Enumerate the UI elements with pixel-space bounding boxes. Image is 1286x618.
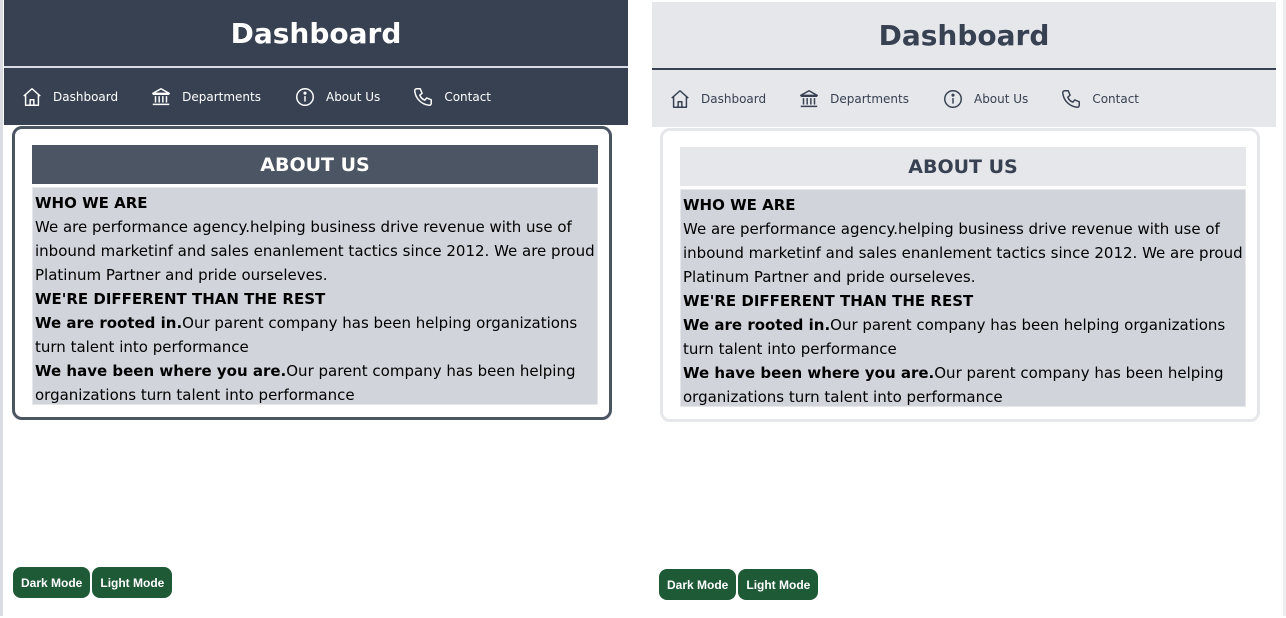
page-header: Dashboard	[4, 0, 628, 68]
about-us-card: ABOUT US WHO WE ARE We are performance a…	[12, 126, 612, 420]
mode-buttons: Dark Mode Light Mode	[659, 569, 820, 600]
emphasis-text: We are rooted in.	[35, 314, 183, 332]
card-body: WHO WE ARE We are performance agency.hel…	[32, 187, 598, 405]
page-title: Dashboard	[878, 18, 1050, 52]
emphasis-text: We have been where you are.	[35, 362, 287, 380]
nav-item-label: About Us	[973, 91, 1029, 106]
nav-item-contact[interactable]: Contact	[412, 86, 491, 108]
nav-item-label: Contact	[444, 89, 491, 104]
window-edge-left	[0, 0, 3, 616]
home-icon	[23, 87, 41, 106]
about-us-card: ABOUT US WHO WE ARE We are performance a…	[660, 128, 1260, 422]
phone-icon	[414, 87, 433, 106]
emphasis-text: We have been where you are.	[683, 364, 935, 382]
dark-mode-button[interactable]: Dark Mode	[659, 569, 737, 600]
nav-item-label: About Us	[325, 89, 381, 104]
nav-bar: Dashboard Departments About Us Contact	[4, 68, 628, 125]
nav-item-about-us[interactable]: About Us	[294, 86, 380, 108]
nav-item-contact[interactable]: Contact	[1060, 88, 1139, 110]
nav-item-label: Departments	[830, 91, 909, 106]
home-icon	[671, 89, 689, 108]
dark-mode-button[interactable]: Dark Mode	[13, 567, 91, 598]
bank-icon	[800, 89, 819, 107]
emphasis-text: We are rooted in.	[683, 316, 831, 334]
mode-buttons: Dark Mode Light Mode	[13, 567, 174, 598]
nav-item-dashboard[interactable]: Dashboard	[21, 86, 118, 108]
nav-item-dashboard[interactable]: Dashboard	[669, 88, 766, 110]
light-mode-button[interactable]: Light Mode	[92, 567, 173, 598]
nav-item-label: Dashboard	[53, 89, 119, 104]
info-icon	[944, 89, 962, 108]
nav-bar: Dashboard Departments About Us Contact	[652, 70, 1276, 127]
section-heading: WE'RE DIFFERENT THAN THE REST	[683, 292, 974, 310]
nav-item-label: Contact	[1092, 91, 1139, 106]
nav-item-label: Departments	[182, 89, 261, 104]
light-mode-button[interactable]: Light Mode	[738, 569, 819, 600]
nav-item-departments[interactable]: Departments	[150, 86, 261, 108]
section-heading: WHO WE ARE	[35, 194, 148, 212]
light-mode-preview: Dashboard Dashboard Departments About Us…	[652, 2, 1276, 618]
page-header: Dashboard	[652, 2, 1276, 70]
page-title: Dashboard	[230, 16, 402, 50]
section-text: We are performance agency.helping busine…	[35, 218, 595, 284]
dark-mode-preview: Dashboard Dashboard Departments About Us…	[4, 0, 628, 616]
nav-item-departments[interactable]: Departments	[798, 88, 909, 110]
nav-item-about-us[interactable]: About Us	[942, 88, 1028, 110]
nav-item-label: Dashboard	[701, 91, 767, 106]
phone-icon	[1062, 89, 1081, 108]
section-text: We are performance agency.helping busine…	[683, 220, 1243, 286]
card-body: WHO WE ARE We are performance agency.hel…	[680, 189, 1246, 407]
card-title: ABOUT US	[32, 145, 598, 184]
info-icon	[296, 87, 314, 106]
card-title: ABOUT US	[680, 147, 1246, 186]
bank-icon	[152, 87, 171, 105]
section-heading: WHO WE ARE	[683, 196, 796, 214]
section-heading: WE'RE DIFFERENT THAN THE REST	[35, 290, 326, 308]
